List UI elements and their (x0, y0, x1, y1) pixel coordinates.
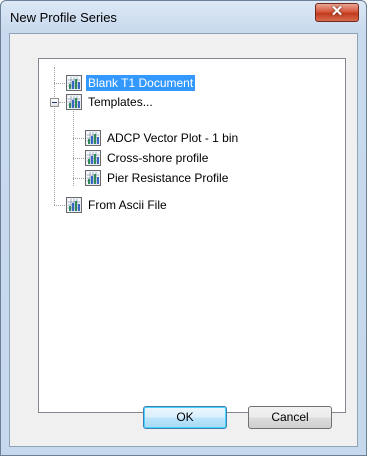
tree-item-label: Templates... (88, 95, 153, 109)
collapse-toggle-templates[interactable] (50, 98, 59, 107)
chart-icon (85, 170, 101, 186)
tree-line-root (54, 67, 55, 205)
chart-icon (66, 75, 82, 91)
title-bar[interactable]: New Profile Series ✕ (1, 1, 366, 33)
tree-item-label: Pier Resistance Profile (107, 171, 229, 185)
chart-icon (66, 197, 82, 213)
tree-line-item1 (59, 102, 65, 103)
tree-item-label: ADCP Vector Plot - 1 bin (107, 131, 239, 145)
tree-item-label: Blank T1 Document (86, 75, 196, 91)
cancel-button[interactable]: Cancel (248, 406, 332, 429)
chart-icon (85, 130, 101, 146)
dialog-body: Blank T1 Document Templates... ADCP Vect… (9, 33, 358, 447)
profile-tree[interactable]: Blank T1 Document Templates... ADCP Vect… (38, 58, 346, 413)
chart-icon (66, 94, 82, 110)
tree-line-child2 (73, 178, 84, 179)
tree-line-child0 (73, 138, 84, 139)
tree-line-child1 (73, 158, 84, 159)
tree-line-item0 (54, 83, 65, 84)
close-icon: ✕ (330, 3, 344, 20)
window-title: New Profile Series (10, 10, 117, 25)
dialog-window: New Profile Series ✕ Blank T1 Document T… (0, 0, 367, 456)
chart-icon (85, 150, 101, 166)
close-button[interactable]: ✕ (315, 3, 359, 22)
tree-item-label: From Ascii File (88, 198, 167, 212)
ok-button[interactable]: OK (143, 406, 227, 429)
tree-line-children (73, 111, 74, 186)
tree-item-label: Cross-shore profile (107, 151, 209, 165)
tree-line-item2 (54, 205, 65, 206)
